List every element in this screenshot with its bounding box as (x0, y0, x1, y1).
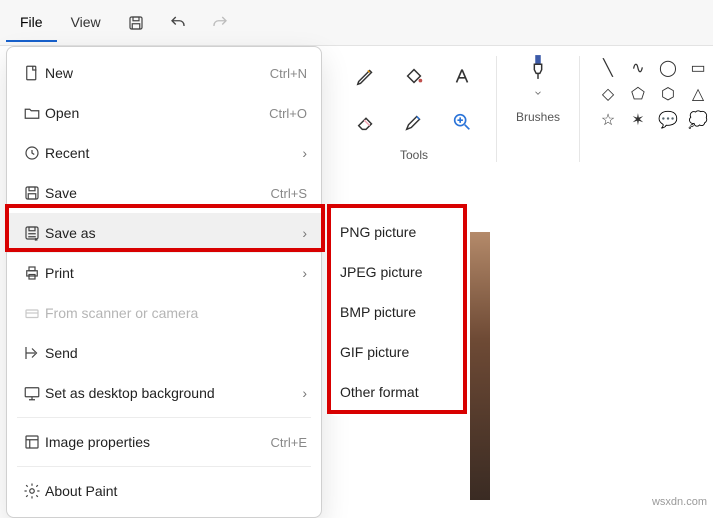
text-tool[interactable] (451, 65, 473, 87)
brush-button[interactable] (527, 56, 549, 78)
file-open-accel: Ctrl+O (269, 106, 307, 121)
file-save[interactable]: Save Ctrl+S (7, 173, 321, 213)
view-menu-button[interactable]: View (57, 4, 115, 42)
file-print[interactable]: Print › (7, 253, 321, 293)
brushes-group-label: Brushes (516, 110, 560, 124)
file-menu-button[interactable]: File (6, 4, 57, 42)
canvas-image (470, 232, 490, 500)
thought-shape[interactable]: 💭 (688, 110, 708, 130)
saveas-bmp[interactable]: BMP picture (330, 292, 464, 332)
properties-icon (19, 433, 45, 451)
star6-shape[interactable]: ✶ (631, 110, 644, 130)
rect-shape[interactable]: ▭ (690, 58, 705, 78)
pentagon-shape[interactable]: ⬠ (631, 84, 645, 104)
folder-icon (19, 104, 45, 122)
menu-separator (17, 466, 311, 467)
file-recent[interactable]: Recent › (7, 133, 321, 173)
watermark: wsxdn.com (652, 496, 707, 508)
saveas-icon (19, 224, 45, 242)
undo-button[interactable] (157, 6, 199, 40)
file-new-accel: Ctrl+N (270, 66, 307, 81)
oval-shape[interactable]: ◯ (659, 58, 677, 78)
file-desktop-bg[interactable]: Set as desktop background › (7, 373, 321, 413)
file-print-label: Print (45, 265, 302, 281)
curve-shape[interactable]: ∿ (631, 58, 644, 78)
chevron-down-icon[interactable] (527, 82, 549, 104)
ribbon: Tools Brushes ╲ ∿ ◯ ▭ ◇ ⬠ ⬡ △ ☆ ✶ 💬 💭 (330, 46, 713, 170)
redo-icon (211, 14, 229, 32)
redo-button (199, 6, 241, 40)
printer-icon (19, 264, 45, 282)
menubar: File View (0, 0, 713, 46)
line-shape[interactable]: ╲ (603, 58, 613, 78)
saveas-gif[interactable]: GIF picture (330, 332, 464, 372)
file-dropdown: New Ctrl+N Open Ctrl+O Recent › Save Ctr… (6, 46, 322, 518)
clock-icon (19, 144, 45, 162)
saveas-jpeg[interactable]: JPEG picture (330, 252, 464, 292)
chevron-right-icon: › (302, 225, 307, 241)
pencil-tool[interactable] (355, 65, 377, 87)
triangle-shape[interactable]: △ (692, 84, 704, 104)
file-about-label: About Paint (45, 483, 307, 499)
gear-icon (19, 482, 45, 500)
file-saveas-label: Save as (45, 225, 302, 241)
save-icon (19, 184, 45, 202)
save-icon (127, 14, 145, 32)
undo-icon (169, 14, 187, 32)
saveas-submenu: PNG picture JPEG picture BMP picture GIF… (330, 208, 464, 416)
fill-tool[interactable] (403, 65, 425, 87)
file-open[interactable]: Open Ctrl+O (7, 93, 321, 133)
saveas-other[interactable]: Other format (330, 372, 464, 412)
chevron-right-icon: › (302, 145, 307, 161)
scanner-icon (19, 304, 45, 322)
saveas-png[interactable]: PNG picture (330, 212, 464, 252)
file-about[interactable]: About Paint (7, 471, 321, 511)
magnifier-tool[interactable] (451, 111, 473, 133)
tools-group: Tools (346, 56, 497, 162)
file-save-label: Save (45, 185, 271, 201)
shapes-group: ╲ ∿ ◯ ▭ ◇ ⬠ ⬡ △ ☆ ✶ 💬 💭 (594, 56, 713, 162)
star-shape[interactable]: ☆ (601, 110, 615, 130)
speech-shape[interactable]: 💬 (658, 110, 678, 130)
eraser-tool[interactable] (355, 111, 377, 133)
file-send-label: Send (45, 345, 307, 361)
file-scanner-label: From scanner or camera (45, 305, 307, 321)
file-scanner: From scanner or camera (7, 293, 321, 333)
file-properties-label: Image properties (45, 434, 271, 450)
chevron-right-icon: › (302, 385, 307, 401)
file-save-accel: Ctrl+S (271, 186, 307, 201)
hexagon-shape[interactable]: ⬡ (661, 84, 675, 104)
file-recent-label: Recent (45, 145, 302, 161)
diamond-shape[interactable]: ◇ (602, 84, 614, 104)
menu-separator (17, 417, 311, 418)
desktop-icon (19, 384, 45, 402)
file-open-label: Open (45, 105, 269, 121)
color-picker-tool[interactable] (403, 111, 425, 133)
save-button-icon[interactable] (115, 6, 157, 40)
file-properties-accel: Ctrl+E (271, 435, 307, 450)
file-desktop-label: Set as desktop background (45, 385, 302, 401)
tools-group-label: Tools (400, 148, 428, 162)
chevron-right-icon: › (302, 265, 307, 281)
new-icon (19, 64, 45, 82)
file-new[interactable]: New Ctrl+N (7, 53, 321, 93)
file-saveas[interactable]: Save as › (7, 213, 321, 253)
file-new-label: New (45, 65, 270, 81)
brushes-group: Brushes (511, 56, 580, 162)
file-properties[interactable]: Image properties Ctrl+E (7, 422, 321, 462)
file-send[interactable]: Send (7, 333, 321, 373)
share-icon (19, 344, 45, 362)
